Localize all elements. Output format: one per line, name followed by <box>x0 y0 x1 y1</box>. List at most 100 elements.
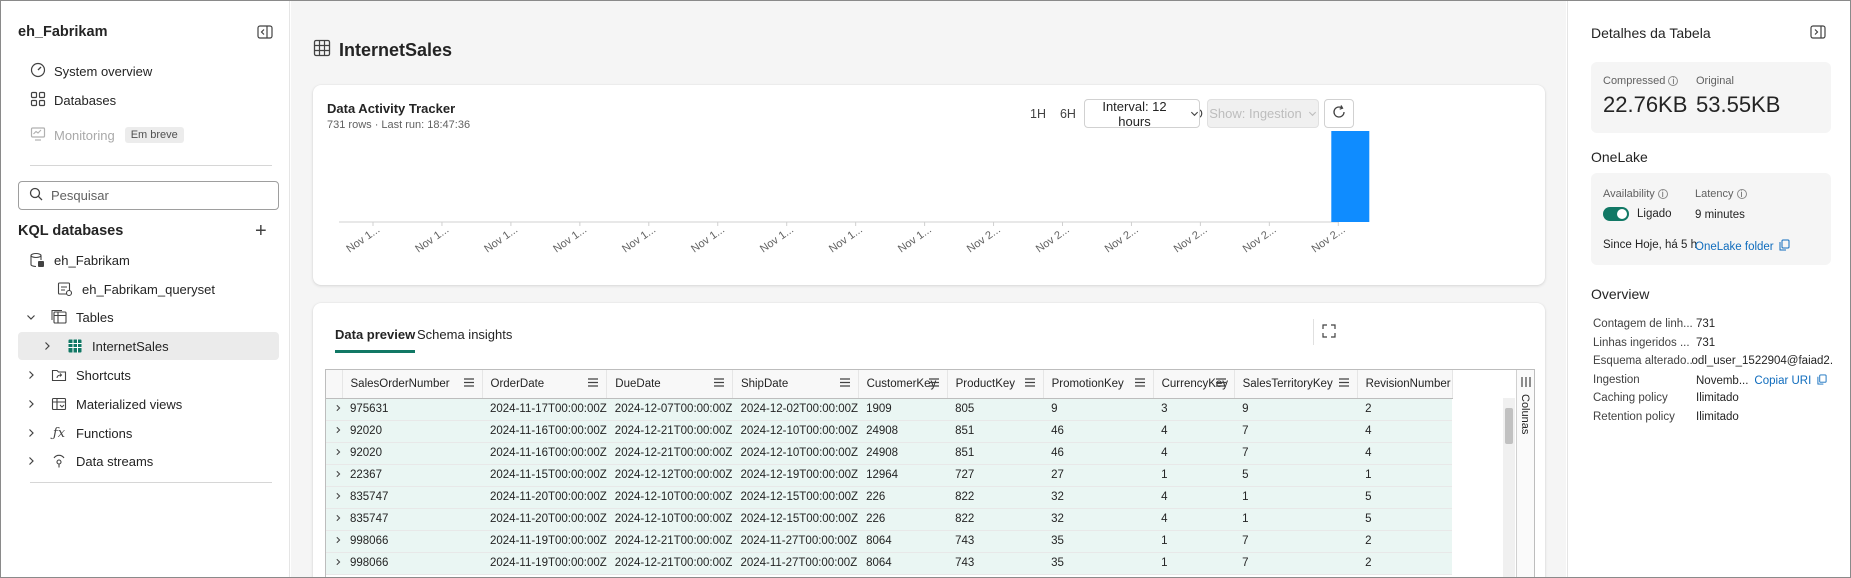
table-row[interactable]: 975631 2024-11-17T00:00:00Z 2024-12-07T00:… <box>326 398 1453 421</box>
tree-database[interactable]: eh_Fabrikam <box>18 246 279 274</box>
chevron-right-icon[interactable] <box>24 428 38 438</box>
column-header[interactable]: DueDate <box>606 370 733 399</box>
column-header[interactable]: SalesOrderNumber <box>342 370 483 399</box>
chevron-down-icon[interactable] <box>24 312 38 322</box>
vertical-scrollbar[interactable] <box>1503 398 1515 577</box>
nav-monitoring: Monitoring Em breve <box>30 124 184 146</box>
row-expand-icon[interactable] <box>326 420 342 443</box>
row-expand-icon[interactable] <box>326 508 342 531</box>
column-menu-icon[interactable] <box>588 378 599 390</box>
table-cell: 32 <box>1043 508 1154 531</box>
refresh-button[interactable] <box>1324 99 1354 128</box>
overview-key: Linhas ingeridos ... <box>1593 336 1690 349</box>
column-header[interactable]: OrderDate <box>482 370 608 399</box>
table-cell: 2024-11-20T00:00:00Z <box>482 486 607 509</box>
row-expand-icon[interactable] <box>326 442 342 465</box>
column-menu-icon[interactable] <box>1338 378 1349 390</box>
sidebar: eh_Fabrikam System overview Databases Mo… <box>1 1 290 577</box>
search-box[interactable] <box>18 181 279 210</box>
column-header[interactable]: CurrencyKey <box>1153 370 1235 399</box>
table-cell: 3 <box>1153 398 1235 421</box>
table-cell: 1 <box>1234 508 1358 531</box>
table-cell: 4 <box>1153 420 1235 443</box>
tree-data-streams[interactable]: Data streams <box>18 447 279 475</box>
table-row[interactable]: 835747 2024-11-20T00:00:00Z 2024-12-10T00:… <box>326 486 1453 509</box>
column-header[interactable]: SalesTerritoryKey <box>1234 370 1358 399</box>
close-panel-icon[interactable] <box>1810 25 1826 42</box>
tab-schema-insights[interactable]: Schema insights <box>417 327 512 350</box>
column-header[interactable]: ShipDate <box>732 370 859 399</box>
table-cell: 24908 <box>858 420 948 443</box>
nav-system-overview[interactable]: System overview <box>30 60 152 82</box>
column-menu-icon[interactable] <box>928 378 939 390</box>
row-expand-icon[interactable] <box>326 486 342 509</box>
nav-databases[interactable]: Databases <box>30 89 116 111</box>
table-cell: 2024-12-12T00:00:00Z <box>606 464 733 487</box>
column-header[interactable]: CustomerKey <box>858 370 948 399</box>
table-row[interactable]: 998066 2024-11-19T00:00:00Z 2024-12-21T00:… <box>326 530 1453 553</box>
show-label: Show: Ingestion <box>1209 106 1302 121</box>
onelake-folder-link[interactable]: OneLake folder <box>1695 239 1790 254</box>
column-menu-icon[interactable] <box>713 378 724 390</box>
chevron-right-icon[interactable] <box>40 341 54 351</box>
size-metrics: Compressed i 22.76KB Original 53.55KB <box>1591 62 1831 133</box>
copy-icon[interactable] <box>1779 239 1790 254</box>
column-menu-icon[interactable] <box>1134 378 1145 390</box>
chevron-right-icon[interactable] <box>24 399 38 409</box>
row-expand-icon[interactable] <box>326 464 342 487</box>
column-header-label: ProductKey <box>955 377 1016 390</box>
scroll-thumb[interactable] <box>1505 408 1513 444</box>
availability-toggle[interactable]: Ligado <box>1603 207 1672 221</box>
column-menu-icon[interactable] <box>1215 378 1226 390</box>
table-row[interactable]: 92020 2024-11-16T00:00:00Z 2024-12-21T00:0… <box>326 442 1453 465</box>
table-row[interactable]: 835747 2024-11-20T00:00:00Z 2024-12-10T00:… <box>326 508 1453 531</box>
tables-icon <box>50 308 68 326</box>
table-cell: 2024-11-20T00:00:00Z <box>482 508 607 531</box>
column-header[interactable]: PromotionKey <box>1043 370 1154 399</box>
interval-label: Interval: 12 hours <box>1102 98 1167 129</box>
tree-tables[interactable]: Tables <box>18 303 279 331</box>
copy-icon[interactable] <box>1817 374 1827 388</box>
tree-functions[interactable]: ƒx Functions <box>18 419 279 447</box>
toggle-switch[interactable] <box>1603 207 1629 221</box>
table-cell: 226 <box>858 486 948 509</box>
tree-materialized-views[interactable]: Materialized views <box>18 390 279 418</box>
overview-row: Ingestion Novemb... Copiar URI <box>1593 374 1833 388</box>
fullscreen-button[interactable] <box>1313 319 1343 345</box>
range-6h[interactable]: 6H <box>1053 105 1083 127</box>
row-expand-icon[interactable] <box>326 530 342 553</box>
nav-monitoring-label: Monitoring <box>54 127 115 143</box>
column-header[interactable]: ProductKey <box>947 370 1044 399</box>
collapse-sidebar-icon[interactable] <box>257 25 273 39</box>
table-row[interactable]: 92020 2024-11-16T00:00:00Z 2024-12-21T00:0… <box>326 420 1453 443</box>
row-expand-icon[interactable] <box>326 552 342 575</box>
tab-data-preview[interactable]: Data preview <box>335 327 416 353</box>
interval-dropdown[interactable]: Interval: 12 hours <box>1084 98 1200 129</box>
column-menu-icon[interactable] <box>1024 378 1035 390</box>
column-menu-icon[interactable] <box>463 378 474 390</box>
table-row[interactable]: 998066 2024-11-19T00:00:00Z 2024-12-21T00:… <box>326 552 1453 575</box>
chevron-right-icon[interactable] <box>24 370 38 380</box>
copy-uri-link[interactable]: Copiar URI <box>1754 375 1811 387</box>
search-input[interactable] <box>51 188 261 203</box>
tree-internetsales[interactable]: InternetSales <box>18 332 279 360</box>
tree-shortcuts[interactable]: Shortcuts <box>18 361 279 389</box>
column-header[interactable]: RevisionNumber <box>1357 370 1453 399</box>
chart-bar[interactable] <box>1331 131 1370 222</box>
table-row[interactable]: 22367 2024-11-15T00:00:00Z 2024-12-12T00:0… <box>326 464 1453 487</box>
column-menu-icon[interactable] <box>839 378 850 390</box>
tree-queryset[interactable]: eh_Fabrikam_queryset <box>18 275 279 303</box>
table-grid-icon <box>313 39 331 62</box>
tree-internetsales-label: InternetSales <box>92 338 169 354</box>
row-expand-icon[interactable] <box>326 398 342 421</box>
add-database-icon[interactable]: + <box>255 221 267 241</box>
column-header-label: RevisionNumber <box>1365 377 1451 390</box>
table-details-panel: Detalhes da Tabela Compressed i 22.76KB O… <box>1567 1 1850 577</box>
chevron-right-icon[interactable] <box>24 456 38 466</box>
table-cell: 8064 <box>858 552 948 575</box>
columns-panel-toggle[interactable]: Colunas <box>1516 370 1534 577</box>
tree-queryset-label: eh_Fabrikam_queryset <box>82 281 215 297</box>
table-cell: 835747 <box>342 486 482 509</box>
table-cell: 2024-12-10T00:00:00Z <box>732 420 859 443</box>
range-1h[interactable]: 1H <box>1023 105 1053 127</box>
